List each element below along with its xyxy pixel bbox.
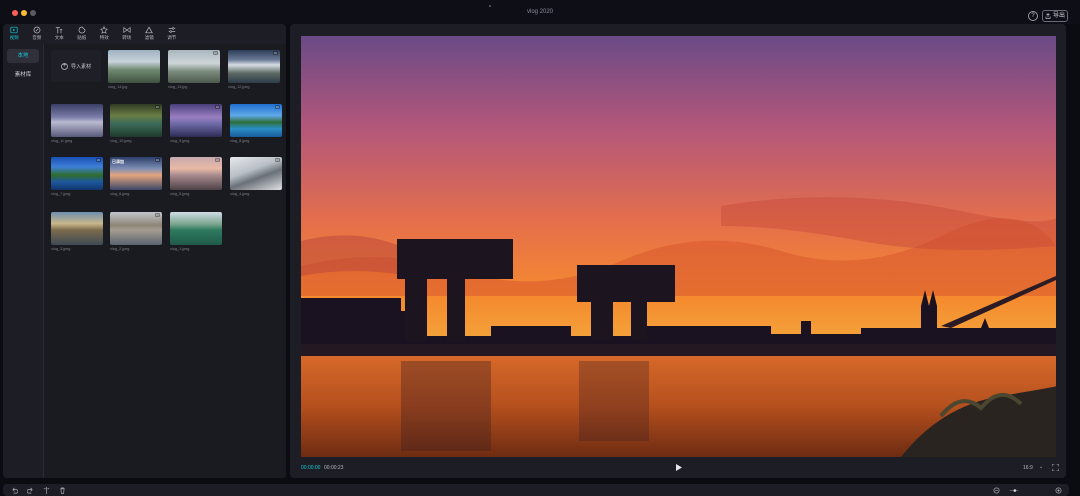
duration-badge: ▭ — [154, 213, 160, 217]
media-thumbnail[interactable]: ▭ — [170, 104, 222, 137]
media-thumbnail[interactable]: ▭ — [228, 50, 280, 83]
media-thumbnail[interactable]: ▭ — [230, 157, 282, 190]
media-source-sidebar: 本地 素材库 — [3, 44, 44, 478]
media-filename: vlog_3.jpeg — [51, 247, 71, 251]
play-icon[interactable] — [676, 464, 682, 471]
media-filename: vlog_14.jpg — [108, 85, 128, 89]
media-thumbnail[interactable]: ▭ — [168, 50, 220, 83]
tab-filter[interactable]: 滤镜 — [138, 24, 161, 42]
duration-badge: ▭ — [274, 105, 280, 109]
duration-badge: ▭ — [214, 158, 220, 162]
media-filename: vlog_12.jpeg — [228, 85, 250, 89]
media-filename: vlog_10.jpeg — [110, 139, 132, 143]
plus-icon: + — [60, 62, 68, 70]
duration-badge: ▭ — [274, 158, 280, 162]
media-grid: + 导入素材 vlog_14.jpg ▭ vlog_13.jpg ▭ vlog_… — [44, 44, 286, 478]
media-filename: vlog_8.jpeg — [230, 139, 250, 143]
export-icon — [1045, 13, 1051, 19]
media-panel: 视频 音频 文本 贴纸 特效 转场 滤镜 调节 本地 素材库 + 导入素材 vl… — [3, 24, 286, 478]
media-thumbnail[interactable] — [51, 104, 103, 137]
media-thumbnail[interactable]: ▭ — [51, 157, 103, 190]
duration-badge: ▭ — [212, 51, 218, 55]
media-filename: vlog_1.jpeg — [170, 247, 190, 251]
media-thumbnail[interactable] — [51, 212, 103, 245]
tab-label: 滤镜 — [144, 35, 154, 40]
audio-icon — [33, 26, 41, 34]
filter-icon — [145, 26, 154, 34]
export-button[interactable]: 导出 — [1042, 10, 1068, 22]
import-media-button[interactable]: + 导入素材 — [51, 50, 101, 82]
duration-badge: ▭ — [154, 158, 160, 162]
total-duration: 00:00:23 — [324, 465, 344, 471]
media-filename: vlog_4.jpeg — [230, 192, 250, 196]
tab-effects[interactable]: 特效 — [93, 24, 116, 42]
video-icon — [10, 26, 18, 34]
media-filename: vlog_9.jpeg — [170, 139, 190, 143]
media-filename: vlog_11.jpeg — [51, 139, 73, 143]
category-tabs: 视频 音频 文本 贴纸 特效 转场 滤镜 调节 — [3, 24, 286, 42]
chevron-down-icon[interactable]: ⌄ — [1039, 464, 1043, 470]
tab-label: 贴纸 — [77, 35, 87, 40]
media-filename: vlog_6.jpeg — [110, 192, 130, 196]
fullscreen-icon[interactable] — [1052, 464, 1059, 471]
timeline-toolbar — [3, 484, 1069, 496]
tab-label: 文本 — [54, 35, 64, 40]
tab-label: 视频 — [9, 35, 19, 40]
transition-icon — [123, 26, 131, 34]
tab-label: 特效 — [99, 35, 109, 40]
sidebar-item-library[interactable]: 素材库 — [7, 68, 39, 82]
aspect-ratio-select[interactable]: 16:9 — [1023, 465, 1033, 471]
import-label: 导入素材 — [70, 63, 91, 70]
media-thumbnail[interactable]: ▭ — [110, 212, 162, 245]
sunset-skyline-image — [301, 36, 1056, 457]
media-filename: vlog_7.jpeg — [51, 192, 71, 196]
media-filename: vlog_2.jpeg — [110, 247, 130, 251]
tab-transition[interactable]: 转场 — [116, 24, 139, 42]
added-tag: 已添加 — [112, 159, 124, 164]
tab-label: 转场 — [122, 35, 132, 40]
duration-badge: ▭ — [214, 105, 220, 109]
export-label: 导出 — [1052, 13, 1065, 19]
media-thumbnail[interactable]: 已添加 ▭ — [110, 157, 162, 190]
media-thumbnail[interactable] — [170, 212, 222, 245]
tab-label: 调节 — [167, 35, 177, 40]
media-thumbnail[interactable]: ▭ — [170, 157, 222, 190]
title-bar: vlog 2020 ? 导出 — [0, 0, 1080, 24]
duration-badge: ▭ — [154, 105, 160, 109]
help-button[interactable]: ? — [1028, 11, 1038, 21]
media-filename: vlog_13.jpg — [168, 85, 188, 89]
text-icon — [56, 27, 63, 34]
tab-label: 音频 — [32, 35, 42, 40]
duration-badge: ▭ — [272, 51, 278, 55]
title-indicator-dot — [489, 5, 491, 7]
tab-text[interactable]: 文本 — [48, 24, 71, 42]
window-title: vlog 2020 — [526, 9, 554, 15]
tab-video[interactable]: 视频 — [3, 24, 26, 42]
effects-icon — [100, 26, 109, 34]
preview-panel: 00:00:00 00:00:23 16:9 ⌄ — [290, 24, 1066, 478]
sidebar-item-local[interactable]: 本地 — [7, 49, 39, 63]
tab-sticker[interactable]: 贴纸 — [71, 24, 94, 42]
media-thumbnail[interactable]: ▭ — [110, 104, 162, 137]
adjust-icon — [168, 27, 175, 33]
media-thumbnail[interactable]: ▭ — [230, 104, 282, 137]
tab-adjust[interactable]: 调节 — [161, 24, 184, 42]
preview-frame[interactable] — [301, 36, 1056, 457]
duration-badge: ▭ — [95, 158, 101, 162]
tab-audio[interactable]: 音频 — [26, 24, 49, 42]
media-thumbnail[interactable] — [108, 50, 160, 83]
media-filename: vlog_5.jpeg — [170, 192, 190, 196]
sticker-icon — [78, 26, 86, 34]
current-timecode: 00:00:00 — [301, 465, 321, 471]
